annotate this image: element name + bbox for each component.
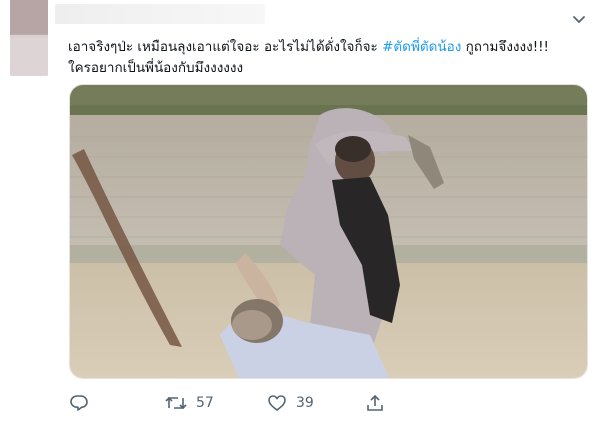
user-name-redacted (55, 4, 265, 24)
like-button[interactable]: 39 (267, 390, 314, 416)
tweet-image-illustration (70, 85, 587, 378)
retweet-icon (165, 393, 187, 413)
tweet-text-segment: เอาจริงๆป่ะ เหมือนลุงเอาแต่ใจอะ อะไรไม่ไ… (68, 39, 383, 55)
like-icon (267, 393, 287, 413)
tweet-text: เอาจริงๆป่ะ เหมือนลุงเอาแต่ใจอะ อะไรไม่ไ… (68, 37, 588, 79)
tweet-image[interactable] (69, 84, 588, 379)
retweet-button[interactable]: 57 (165, 390, 214, 416)
tweet-text-segment: กูถามจึงงงง!!! (461, 39, 549, 55)
chevron-down-icon[interactable] (570, 12, 588, 26)
like-count: 39 (296, 395, 314, 411)
tweet-text-line-2: ใครอยากเป็นพี่น้องกับมึงงงงงง (68, 60, 244, 76)
hashtag-link[interactable]: #ตัดพี่ตัดน้อง (382, 39, 461, 55)
tweet[interactable]: เอาจริงๆป่ะ เหมือนลุงเอาแต่ใจอะ อะไรไม่ไ… (0, 0, 600, 425)
share-icon (365, 393, 385, 413)
reply-icon (69, 393, 89, 413)
tweet-actions: 57 39 (69, 390, 399, 416)
tweet-text-line-1: เอาจริงๆป่ะ เหมือนลุงเอาแต่ใจอะ อะไรไม่ไ… (68, 37, 588, 58)
share-button[interactable] (365, 390, 385, 416)
avatar[interactable] (10, 0, 48, 76)
retweet-count: 57 (196, 395, 214, 411)
reply-button[interactable] (69, 390, 89, 416)
